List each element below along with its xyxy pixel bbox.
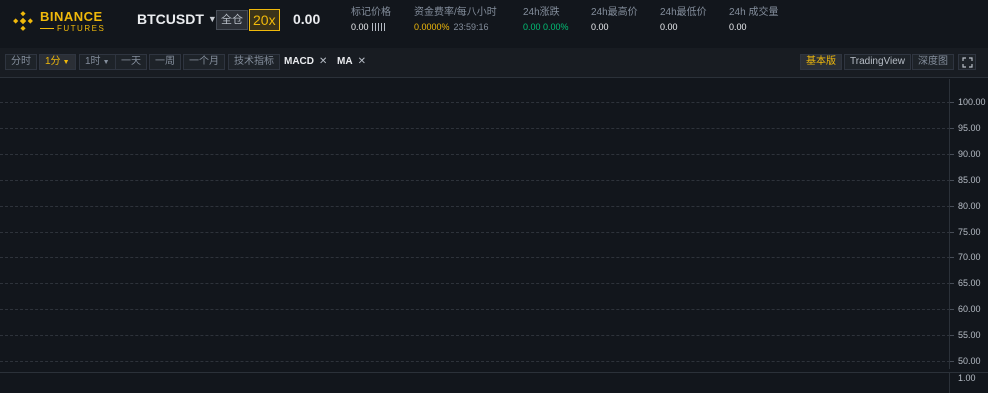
volume-24h-stat: 24h 成交量 0.00 [729,6,778,33]
view-label: TradingView [850,56,906,67]
indicators-button[interactable]: 技术指标 [228,54,280,70]
axis-tick [950,283,954,284]
y-axis-label: 95.00 [958,123,981,133]
gridline [0,283,950,284]
volume-24h-label: 24h 成交量 [729,7,779,18]
symbol-name: BTCUSDT [137,11,204,27]
gridline [0,335,950,336]
y-axis-label: 80.00 [958,201,981,211]
mark-price-label: 标记价格 [351,7,391,18]
timeframe-line-button[interactable]: 分时 [5,54,37,70]
gridline [0,309,950,310]
timeframe-label: 一周 [155,56,175,67]
last-price: 0.00 [293,11,321,27]
change-24h-label: 24h涨跌 [523,7,560,18]
axis-tick [950,206,954,207]
mark-price-stat: 标记价格 0.00 [351,6,391,33]
timeframe-1h-button[interactable]: 1时 ▼ [79,54,116,70]
timeframe-1mo-button[interactable]: 一个月 [183,54,225,70]
chart-toolbar: 分时 1分 ▼ 1时 ▼ 一天 一周 一个月 技术指标 MACD ✕ MA ✕ 基本版 … [0,48,988,78]
binance-logo-icon [13,11,33,31]
funding-rate-label: 资金费率/每八小时 [414,7,497,18]
gridline [0,361,950,362]
axis-tick [950,232,954,233]
y-axis-label: 75.00 [958,227,981,237]
low-24h-stat: 24h最低价 0.00 [660,6,707,33]
y-axis-label: 60.00 [958,304,981,314]
mark-price-value: 0.00 [351,22,369,32]
axis-tick [950,361,954,362]
margin-mode-button[interactable]: 全仓 [216,10,248,30]
logo-sub-text: FUTURES [40,24,105,33]
kline-chart[interactable]: 100.00 95.00 90.00 85.00 80.00 75.00 70.00 65.0… [0,79,988,393]
close-icon[interactable]: ✕ [358,56,366,67]
volume-24h-value: 0.00 [729,22,747,32]
timeframe-1d-button[interactable]: 一天 [115,54,147,70]
gridline [0,257,950,258]
funding-rate-value: 0.0000% [414,22,450,32]
indicator-name: MA [337,56,353,67]
axis-tick [950,154,954,155]
gridline [0,154,950,155]
macd-plot-area[interactable] [0,373,950,393]
high-24h-label: 24h最高价 [591,7,638,18]
depth-chart-button[interactable]: 深度图 [912,54,954,70]
funding-rate-stat: 资金费率/每八小时 0.0000% 23:59:16 [414,6,497,33]
caret-down-icon: ▼ [102,59,110,66]
indicator-tag-macd: MACD ✕ [284,55,327,69]
price-plot-area[interactable] [0,79,950,369]
y-axis-label: 55.00 [958,330,981,340]
axis-tick [950,102,954,103]
fullscreen-button[interactable] [958,54,976,70]
low-24h-label: 24h最低价 [660,7,707,18]
timeframe-label: 分时 [11,56,31,67]
axis-tick [950,309,954,310]
gridline [0,102,950,103]
low-24h-value: 0.00 [660,22,678,32]
timeframe-label: 一天 [121,56,141,67]
indicator-tag-ma: MA ✕ [337,55,366,69]
high-24h-stat: 24h最高价 0.00 [591,6,638,33]
tradingview-button[interactable]: TradingView [844,54,912,70]
leverage-button[interactable]: 20x [249,9,280,31]
y-axis-label: 70.00 [958,252,981,262]
symbol-selector[interactable]: BTCUSDT ▼ [137,11,217,27]
timeframe-label: 1分 [45,56,61,67]
mark-price-bars-icon [371,23,385,31]
axis-tick [950,335,954,336]
change-24h-stat: 24h涨跌 0.00 0.00% [523,6,569,33]
gridline [0,232,950,233]
axis-tick [950,128,954,129]
view-label: 基本版 [806,56,836,67]
y-axis-label: 50.00 [958,356,981,366]
timeframe-1w-button[interactable]: 一周 [149,54,181,70]
high-24h-value: 0.00 [591,22,609,32]
view-label: 深度图 [918,56,948,67]
axis-tick [950,257,954,258]
basic-view-button[interactable]: 基本版 [800,54,842,70]
y-axis-label: 100.00 [958,97,986,107]
funding-countdown: 23:59:16 [453,22,489,32]
gridline [0,128,950,129]
indicator-name: MACD [284,56,314,67]
fullscreen-icon [962,57,973,68]
indicators-label: 技术指标 [234,56,274,67]
binance-futures-logo[interactable]: BINANCE FUTURES [12,7,112,35]
y-axis-label: 85.00 [958,175,981,185]
timeframe-label: 一个月 [189,56,219,67]
macd-axis-label: 1.00 [958,373,976,383]
close-icon[interactable]: ✕ [319,56,327,67]
timeframe-1m-button[interactable]: 1分 ▼ [39,54,76,70]
change-24h-value: 0.00 0.00% [523,22,569,32]
timeframe-label: 1时 [85,56,101,67]
logo-brand-text: BINANCE [40,8,103,24]
gridline [0,206,950,207]
y-axis-label: 65.00 [958,278,981,288]
axis-tick [950,180,954,181]
caret-down-icon: ▼ [62,59,70,66]
macd-pane[interactable]: 1.00 [0,372,988,393]
top-header: BINANCE FUTURES BTCUSDT ▼ 全仓 20x 0.00 标记… [0,0,988,42]
gridline [0,180,950,181]
y-axis-label: 90.00 [958,149,981,159]
